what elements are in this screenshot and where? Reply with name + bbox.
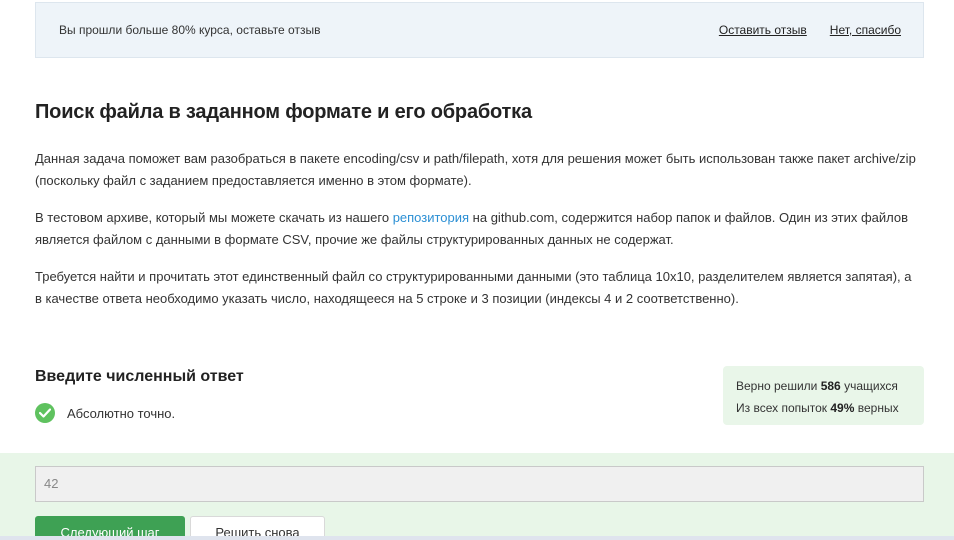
solved-prefix: Верно решили	[736, 379, 821, 393]
solved-count: 586	[820, 379, 841, 393]
attempts-percent: 49%	[830, 401, 855, 415]
solved-suffix: учащихся	[840, 379, 898, 393]
check-circle-icon	[35, 403, 55, 423]
answer-input[interactable]: 42	[35, 466, 924, 502]
no-thanks-link[interactable]: Нет, спасибо	[830, 23, 901, 37]
banner-links: Оставить отзыв Нет, спасибо	[719, 23, 901, 37]
bottom-divider	[0, 536, 954, 540]
leave-review-link[interactable]: Оставить отзыв	[719, 23, 807, 37]
answer-section-title: Введите численный ответ	[35, 368, 244, 385]
repository-link[interactable]: репозитория	[393, 210, 469, 225]
solved-count-line: Верно решили 586 учащихся	[736, 375, 911, 397]
answer-result: Абсолютно точно.	[35, 403, 175, 423]
task-paragraph-1: Данная задача поможет вам разобраться в …	[35, 151, 916, 188]
paragraph-2-text-start: В тестовом архиве, который мы можете ска…	[35, 210, 393, 225]
task-paragraph-3: Требуется найти и прочитать этот единств…	[35, 269, 912, 306]
review-banner: Вы прошли больше 80% курса, оставьте отз…	[35, 2, 924, 58]
task-title: Поиск файла в заданном формате и его обр…	[35, 101, 532, 123]
attempts-suffix: верных	[854, 401, 899, 415]
attempts-prefix: Из всех попыток	[736, 401, 831, 415]
result-text: Абсолютно точно.	[67, 405, 176, 421]
task-paragraph-2: В тестовом архиве, который мы можете ска…	[35, 207, 920, 251]
banner-text: Вы прошли больше 80% курса, оставьте отз…	[59, 23, 321, 37]
attempts-line: Из всех попыток 49% верных	[736, 397, 911, 419]
stats-box: Верно решили 586 учащихся Из всех попыто…	[723, 366, 924, 425]
